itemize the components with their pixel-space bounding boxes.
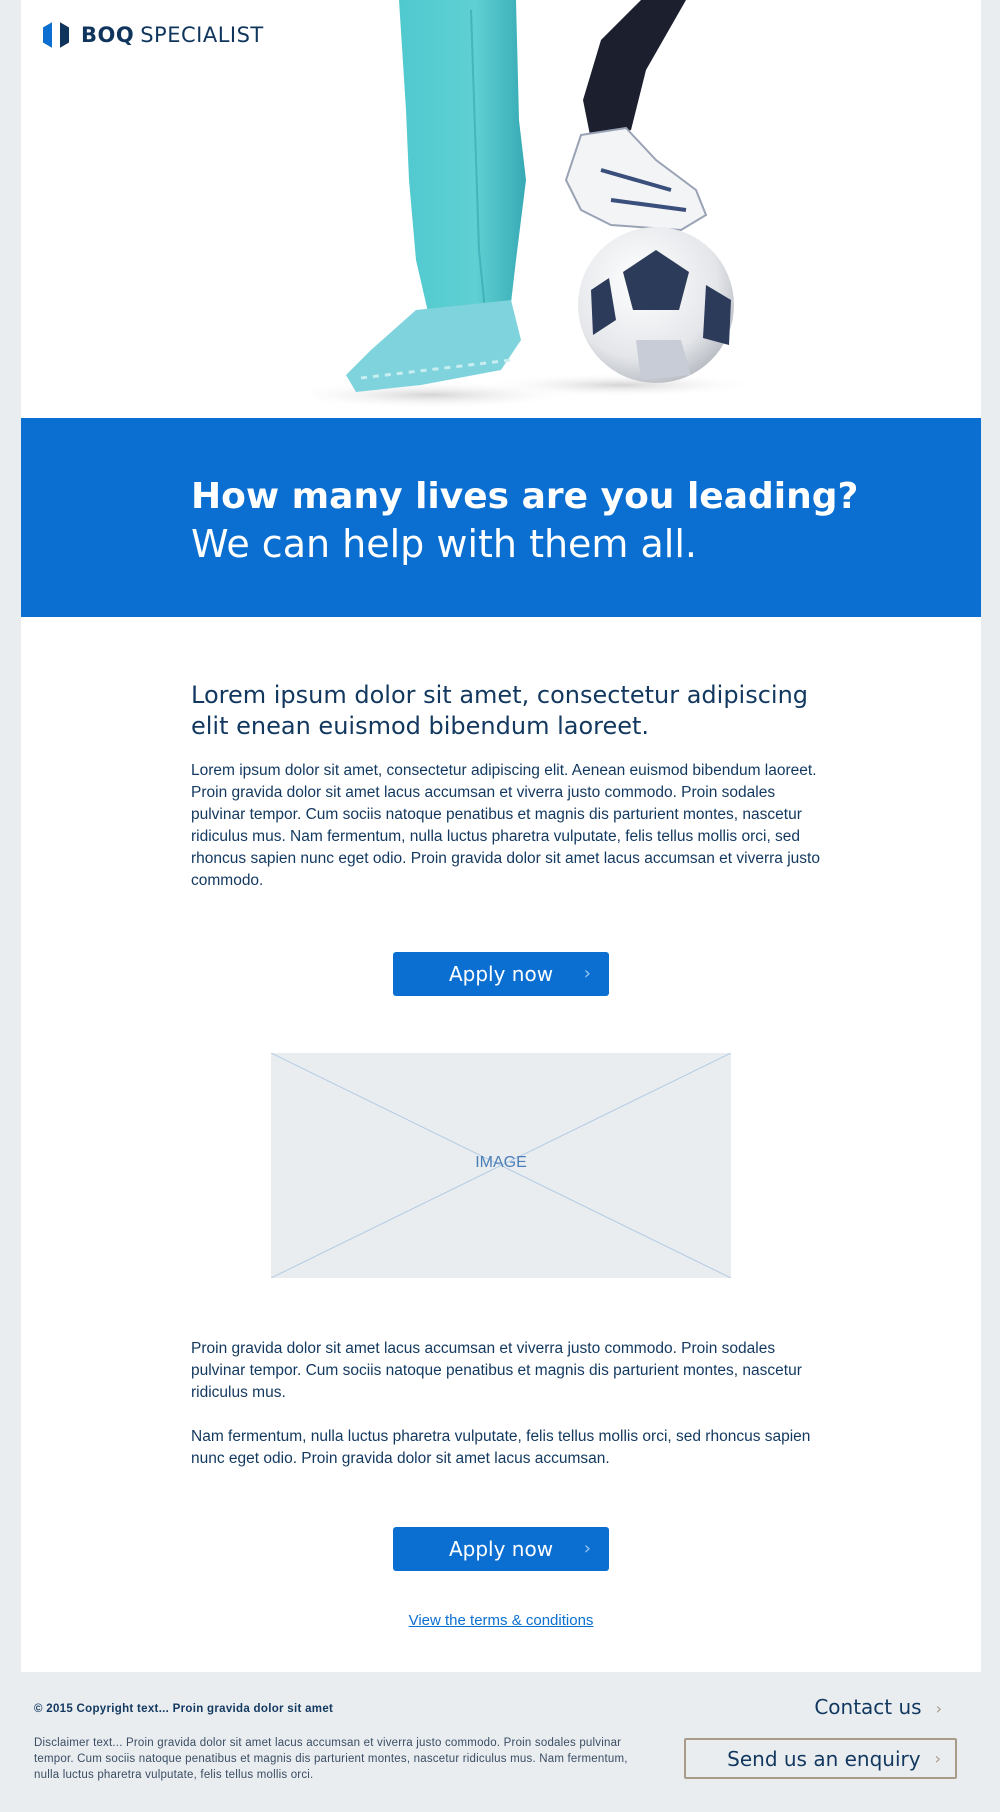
image-placeholder-label: IMAGE [475,1154,527,1171]
hero-section: BOQ SPECIALIST [21,0,981,418]
apply-now-button-bottom[interactable]: Apply now › [393,1527,609,1571]
body-paragraph-2: Proin gravida dolor sit amet lacus accum… [191,1340,802,1401]
terms-link[interactable]: View the terms & conditions [21,1612,981,1629]
headline-banner: How many lives are you leading? We can h… [21,418,981,617]
chevron-right-icon: › [934,1749,941,1768]
logo-text: BOQ SPECIALIST [81,23,264,47]
chevron-right-icon: › [583,1538,591,1559]
email-card: BOQ SPECIALIST How many lives are you le… [21,0,981,1672]
body-paragraph-1: Lorem ipsum dolor sit amet, consectetur … [191,762,820,889]
contact-us-label: Contact us [814,1695,922,1719]
apply-now-label: Apply now [448,1537,554,1561]
boq-logo-icon [43,20,69,50]
copyright-text: © 2015 Copyright text... Proin gravida d… [34,1703,334,1715]
apply-now-button[interactable]: Apply now › [393,952,609,996]
chevron-right-icon: › [583,963,591,984]
image-placeholder: IMAGE [271,1053,731,1278]
banner-subheadline: We can help with them all. [191,522,698,566]
hero-photo [311,0,761,409]
intro-heading: Lorem ipsum dolor sit amet, consectetur … [191,681,809,740]
disclaimer-text: Disclaimer text... Proin gravida dolor s… [34,1737,628,1781]
brand-logo[interactable]: BOQ SPECIALIST [41,19,264,51]
send-enquiry-button[interactable]: Send us an enquiry › [684,1738,957,1779]
send-enquiry-label: Send us an enquiry [727,1746,921,1771]
banner-headline: How many lives are you leading? [191,476,859,517]
contact-us-link[interactable]: Contact us › [814,1695,942,1719]
chevron-right-icon: › [935,1699,942,1718]
body-paragraph-3: Nam fermentum, nulla luctus pharetra vul… [191,1428,811,1467]
apply-now-label: Apply now [448,962,554,986]
